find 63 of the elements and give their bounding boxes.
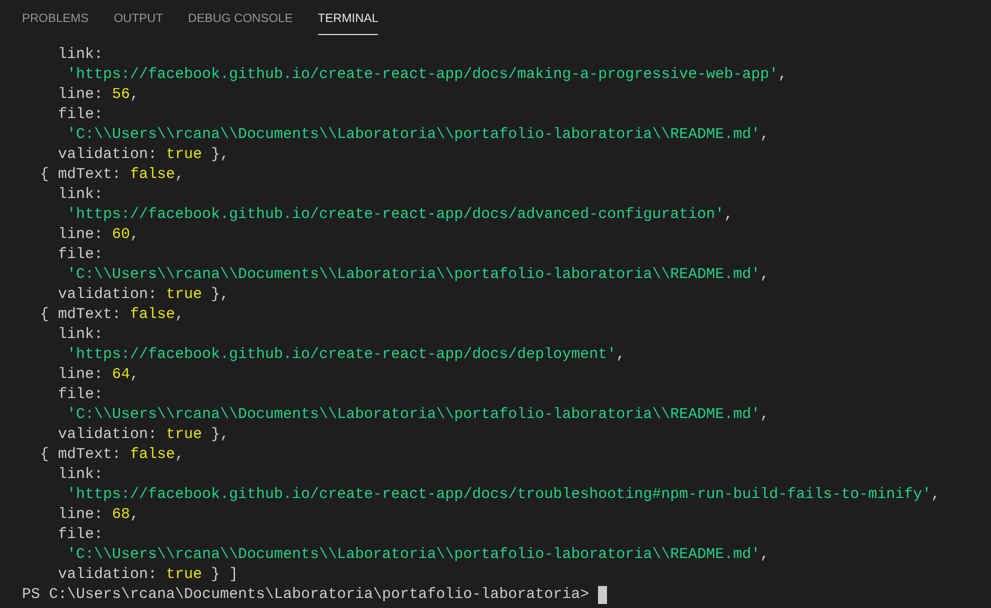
value-literal: false	[130, 445, 176, 465]
terminal-text: ,	[130, 85, 140, 105]
terminal-text: link:	[57, 465, 104, 485]
terminal-text: validation:	[57, 425, 158, 445]
value-literal: 56	[112, 85, 130, 105]
string-literal: 'C:\\Users\\rcana\\Documents\\Laboratoria\\portafolio-laboratoria\\README.md'	[66, 265, 760, 285]
terminal-text: ,	[130, 505, 140, 525]
terminal-text: ,	[175, 165, 184, 185]
terminal-text: } ]	[210, 565, 238, 585]
terminal-text: ,	[616, 345, 626, 365]
terminal-text: link:	[57, 45, 104, 65]
value-literal: true	[166, 565, 202, 585]
value-literal: true	[166, 145, 202, 165]
string-literal: 'https://facebook.github.io/create-react-app/docs/troubleshooting#npm-run-build-fails-to-minify'	[66, 485, 932, 505]
terminal-text: },	[210, 145, 230, 165]
terminal-text: ,	[931, 485, 940, 505]
terminal-text: ,	[130, 225, 140, 245]
terminal-text: ,	[760, 125, 770, 145]
terminal-text: line:	[57, 85, 104, 105]
string-literal: 'https://facebook.github.io/create-react-app/docs/advanced-configuration'	[66, 205, 724, 225]
terminal-text: ,	[175, 305, 184, 325]
terminal-text: link:	[57, 185, 104, 205]
terminal-text: link:	[57, 325, 104, 345]
terminal-text: file:	[57, 525, 104, 545]
terminal-text: { mdText:	[39, 165, 122, 185]
terminal-text: ,	[760, 405, 770, 425]
cursor-icon	[598, 586, 608, 604]
terminal-text: ,	[175, 445, 184, 465]
terminal-text: ,	[778, 65, 788, 85]
terminal-text: { mdText:	[39, 305, 122, 325]
terminal-text: validation:	[57, 285, 158, 305]
value-literal: false	[130, 305, 176, 325]
string-literal: 'C:\\Users\\rcana\\Documents\\Laboratoria\\portafolio-laboratoria\\README.md'	[66, 125, 760, 145]
value-literal: 68	[112, 505, 130, 525]
terminal-text: },	[210, 285, 230, 305]
value-literal: false	[130, 165, 176, 185]
terminal-text: file:	[57, 105, 104, 125]
value-literal: true	[166, 285, 202, 305]
panel-tab[interactable]: OUTPUT	[114, 0, 164, 35]
terminal-text: ,	[760, 265, 770, 285]
terminal-text: ,	[130, 365, 140, 385]
string-literal: 'C:\\Users\\rcana\\Documents\\Laboratoria\\portafolio-laboratoria\\README.md'	[66, 405, 760, 425]
terminal-text: ,	[760, 545, 770, 565]
terminal-text: validation:	[57, 145, 158, 165]
terminal-text: { mdText:	[39, 445, 122, 465]
string-literal: 'https://facebook.github.io/create-react-app/docs/deployment'	[66, 345, 616, 365]
panel-tab[interactable]: PROBLEMS	[22, 0, 89, 35]
string-literal: 'C:\\Users\\rcana\\Documents\\Laboratoria\\portafolio-laboratoria\\README.md'	[66, 545, 760, 565]
terminal-text: file:	[57, 245, 104, 265]
value-literal: 64	[112, 365, 130, 385]
value-literal: 60	[112, 225, 130, 245]
terminal-text: line:	[57, 505, 104, 525]
terminal-text: },	[210, 425, 230, 445]
value-literal: true	[166, 425, 202, 445]
string-literal: 'https://facebook.github.io/create-react-app/docs/making-a-progressive-web-app'	[66, 65, 778, 85]
shell-prompt: PS C:\Users\rcana\Documents\Laboratoria\portafolio-laboratoria>	[22, 585, 590, 605]
panel-tab[interactable]: TERMINAL	[318, 0, 378, 35]
terminal-text: file:	[57, 385, 104, 405]
terminal-text: line:	[57, 365, 104, 385]
terminal-text: validation:	[57, 565, 158, 585]
terminal-text: line:	[57, 225, 104, 245]
panel-tab[interactable]: DEBUG CONSOLE	[188, 0, 293, 35]
terminal-text: ,	[724, 205, 734, 225]
